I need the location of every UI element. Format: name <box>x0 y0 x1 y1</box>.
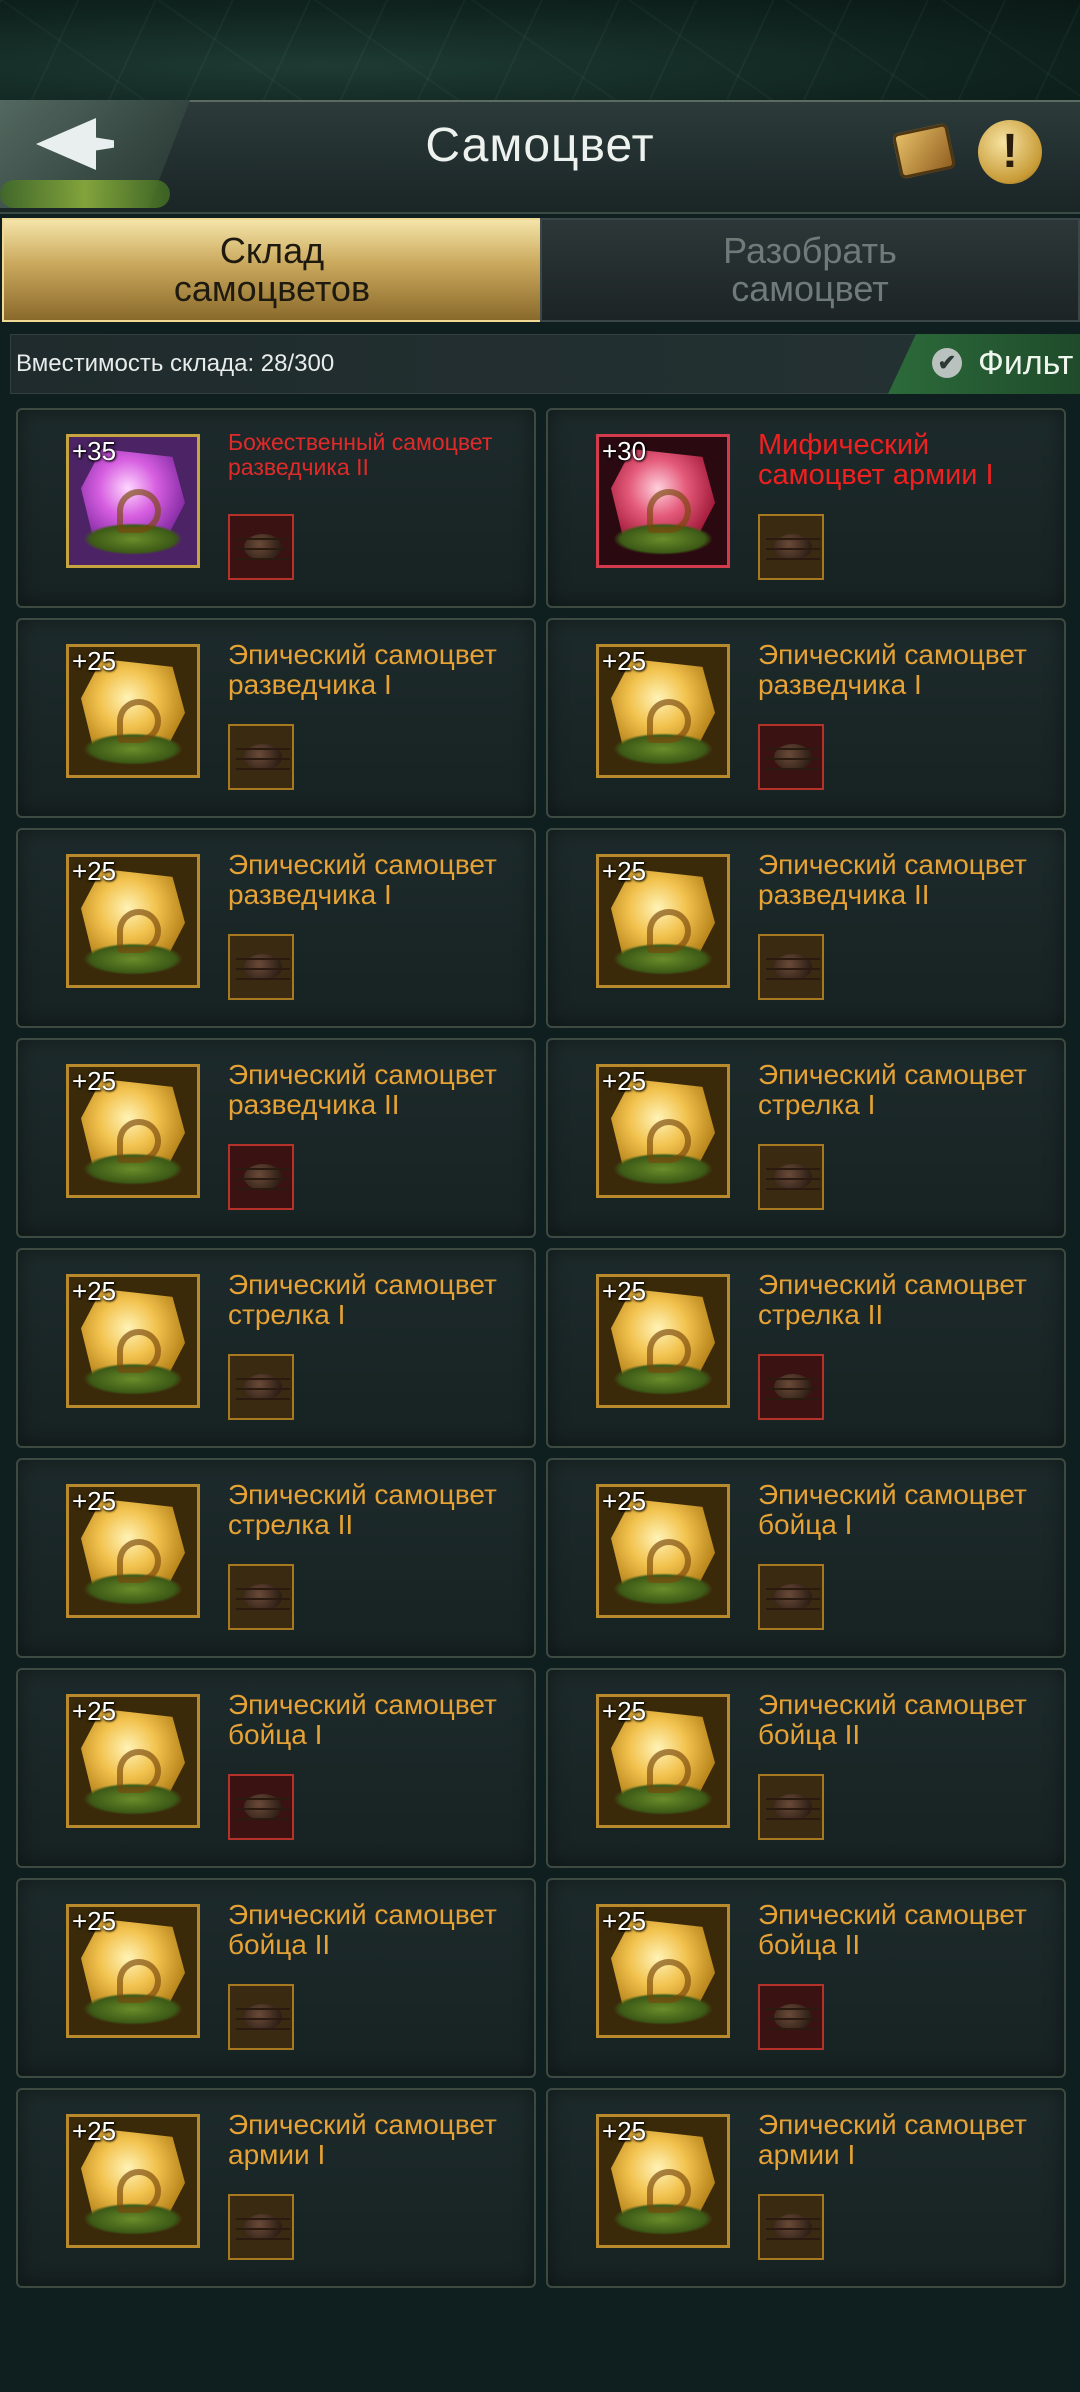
gem-bonus: +25 <box>602 1066 647 1096</box>
gem-card[interactable]: +25 Эпический самоцвет стрелка II <box>546 1248 1066 1448</box>
ant-unit-icon <box>228 934 294 1000</box>
gem-card[interactable]: +30 Мифический самоцвет армии I <box>546 408 1066 608</box>
gem-bonus: +25 <box>72 856 117 886</box>
gem-name: Эпический самоцвет стрелка I <box>758 1059 1027 1120</box>
gem-bonus: +25 <box>72 1276 117 1306</box>
gem-card[interactable]: +25 Эпический самоцвет бойца I <box>546 1458 1066 1658</box>
gem-card[interactable]: +25 Эпический самоцвет бойца I <box>16 1668 536 1868</box>
gem-name: Эпический самоцвет бойца II <box>758 1689 1027 1750</box>
gem-name: Божественный самоцвет разведчика II <box>228 429 493 480</box>
ant-unit-icon <box>758 724 824 790</box>
gem-card[interactable]: +25 Эпический самоцвет бойца II <box>546 1668 1066 1868</box>
gem-name: Эпический самоцвет стрелка I <box>228 1269 497 1330</box>
capacity-text: Вместимость склада: 28/300 <box>16 350 335 377</box>
ant-unit-icon <box>228 724 294 790</box>
gem-bonus: +25 <box>72 1486 117 1516</box>
gem-card[interactable]: +25 Эпический самоцвет бойца II <box>16 1878 536 2078</box>
gem-bonus: +25 <box>72 1696 117 1726</box>
tab-disassemble-gem[interactable]: Разобрать самоцвет <box>540 218 1080 322</box>
gem-card[interactable]: +25 Эпический самоцвет бойца II <box>546 1878 1066 2078</box>
gem-bonus: +25 <box>602 1696 647 1726</box>
ant-unit-icon <box>758 1564 824 1630</box>
top-background <box>0 0 1080 110</box>
gem-card[interactable]: +25 Эпический самоцвет разведчика II <box>16 1038 536 1238</box>
ant-unit-icon <box>228 1354 294 1420</box>
tab-disassemble-gem-label: Разобрать самоцвет <box>723 230 897 309</box>
ant-unit-icon <box>228 2194 294 2260</box>
ant-unit-icon <box>228 1564 294 1630</box>
ant-unit-icon <box>758 2194 824 2260</box>
info-icon[interactable]: ! <box>978 120 1042 184</box>
check-icon: ✔ <box>932 348 962 378</box>
gem-card[interactable]: +25 Эпический самоцвет разведчика II <box>546 828 1066 1028</box>
gem-bonus: +30 <box>602 436 647 466</box>
gem-name: Эпический самоцвет бойца I <box>758 1479 1027 1540</box>
gem-bonus: +25 <box>602 646 647 676</box>
filter-label: Фильт <box>978 344 1074 382</box>
ant-unit-icon <box>228 1984 294 2050</box>
gem-name: Эпический самоцвет разведчика I <box>228 849 497 910</box>
ant-unit-icon <box>758 514 824 580</box>
ant-unit-icon <box>228 514 294 580</box>
gem-card[interactable]: +35 Божественный самоцвет разведчика II <box>16 408 536 608</box>
ant-unit-icon <box>758 934 824 1000</box>
gem-card[interactable]: +25 Эпический самоцвет стрелка II <box>16 1458 536 1658</box>
ant-unit-icon <box>758 1774 824 1840</box>
ant-unit-icon <box>228 1774 294 1840</box>
tab-gem-storage-label: Склад самоцветов <box>173 230 371 309</box>
gem-name: Эпический самоцвет стрелка II <box>758 1269 1027 1330</box>
gem-card[interactable]: +25 Эпический самоцвет стрелка I <box>16 1248 536 1448</box>
gem-bonus: +25 <box>602 1486 647 1516</box>
gem-card[interactable]: +25 Эпический самоцвет разведчика I <box>16 828 536 1028</box>
gem-bonus: +25 <box>602 2116 647 2146</box>
ant-unit-icon <box>758 1354 824 1420</box>
vine-decoration <box>0 180 170 208</box>
gem-name: Эпический самоцвет разведчика II <box>758 849 1027 910</box>
gem-name: Эпический самоцвет армии I <box>758 2109 1027 2170</box>
gem-name: Эпический самоцвет разведчика I <box>758 639 1027 700</box>
gem-name: Эпический самоцвет бойца II <box>758 1899 1027 1960</box>
gem-name: Эпический самоцвет армии I <box>228 2109 497 2170</box>
gem-bonus: +25 <box>602 856 647 886</box>
gem-name: Эпический самоцвет разведчика II <box>228 1059 497 1120</box>
gem-name: Эпический самоцвет разведчика I <box>228 639 497 700</box>
gem-name: Мифический самоцвет армии I <box>758 429 994 491</box>
gem-card[interactable]: +25 Эпический самоцвет разведчика I <box>546 618 1066 818</box>
gem-card[interactable]: +25 Эпический самоцвет разведчика I <box>16 618 536 818</box>
gem-bonus: +25 <box>72 1906 117 1936</box>
gem-card[interactable]: +25 Эпический самоцвет армии I <box>546 2088 1066 2288</box>
gem-bonus: +25 <box>72 2116 117 2146</box>
ant-unit-icon <box>758 1144 824 1210</box>
gem-bonus: +25 <box>602 1276 647 1306</box>
gem-name: Эпический самоцвет бойца I <box>228 1689 497 1750</box>
gem-card[interactable]: +25 Эпический самоцвет армии I <box>16 2088 536 2288</box>
ant-unit-icon <box>228 1144 294 1210</box>
ant-unit-icon <box>758 1984 824 2050</box>
gem-bonus: +25 <box>72 1066 117 1096</box>
gem-name: Эпический самоцвет бойца II <box>228 1899 497 1960</box>
gem-bonus: +25 <box>602 1906 647 1936</box>
gem-bonus: +25 <box>72 646 117 676</box>
tab-gem-storage[interactable]: Склад самоцветов <box>2 218 542 322</box>
gem-bonus: +35 <box>72 436 117 466</box>
gem-name: Эпический самоцвет стрелка II <box>228 1479 497 1540</box>
gem-card[interactable]: +25 Эпический самоцвет стрелка I <box>546 1038 1066 1238</box>
